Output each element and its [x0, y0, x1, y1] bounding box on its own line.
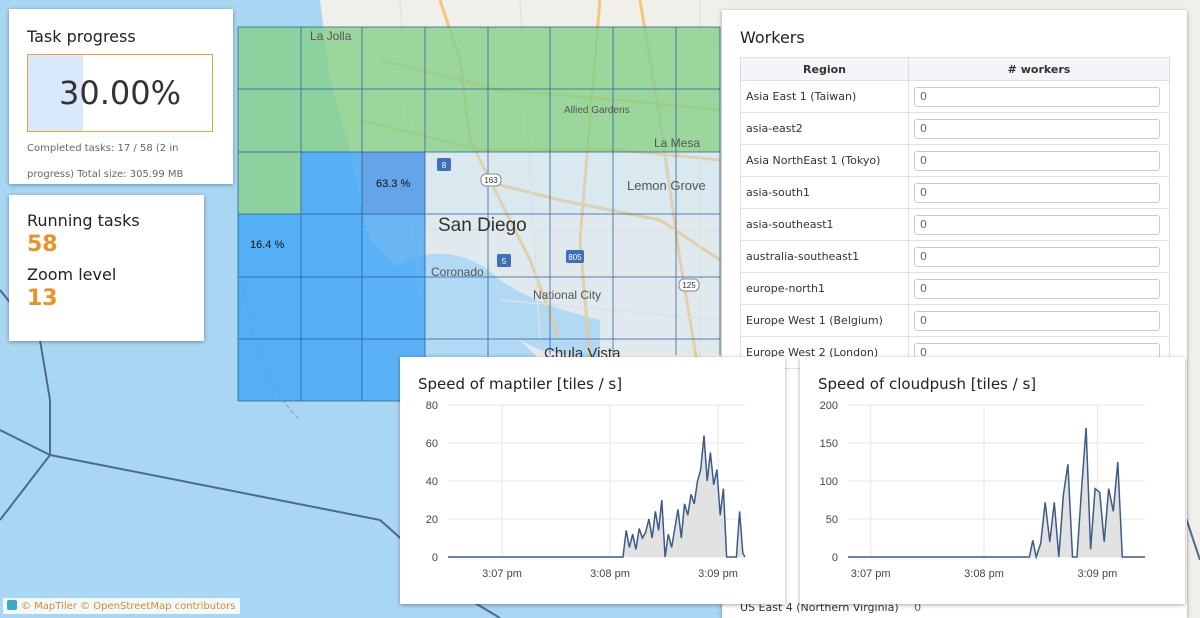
- worker-row: europe-north1: [740, 272, 1170, 305]
- road-shield: 805: [568, 253, 582, 262]
- task-progress-panel: Task progress 30.00% Completed tasks: 17…: [9, 9, 233, 184]
- region-name: Asia NorthEast 1 (Tokyo): [740, 144, 909, 177]
- task-progress-title: Task progress: [27, 27, 136, 46]
- running-tasks-value: 58: [27, 232, 58, 257]
- maptiler-logo-icon: [7, 600, 17, 610]
- map-label-la-jolla: La Jolla: [310, 29, 352, 43]
- worker-row: australia-southeast1: [740, 240, 1170, 273]
- y-tick-label: 0: [832, 552, 838, 564]
- map-label-coronado: Coronado: [431, 265, 484, 279]
- worker-count-input[interactable]: [914, 278, 1160, 299]
- worker-count-input[interactable]: [914, 246, 1160, 267]
- tile-progress-label: 16.4 %: [250, 239, 284, 251]
- worker-count-cell: [908, 144, 1170, 177]
- region-name: Asia East 1 (Taiwan): [740, 80, 909, 113]
- y-tick-label: 0: [432, 552, 438, 564]
- region-name: asia-east2: [740, 112, 909, 145]
- worker-count-cell: [908, 80, 1170, 113]
- x-tick-label: 3:07 pm: [482, 568, 522, 580]
- worker-count-cell: [908, 272, 1170, 305]
- x-tick-label: 3:08 pm: [590, 568, 630, 580]
- worker-count-input[interactable]: [914, 310, 1160, 331]
- progress-info: Completed tasks: 17 / 58 (2 in progress)…: [27, 143, 184, 180]
- road-shield: 8: [442, 161, 447, 170]
- worker-row: asia-southeast1: [740, 208, 1170, 241]
- x-tick-label: 3:09 pm: [698, 568, 738, 580]
- tile-grid: [237, 26, 721, 402]
- y-tick-label: 20: [426, 514, 438, 526]
- cloudpush-speed-chart: Speed of cloudpush [tiles / s] 0 50 100 150…: [800, 357, 1185, 604]
- y-tick-label: 200: [820, 400, 838, 412]
- maptiler-speed-chart: Speed of maptiler [tiles / s] 0 20 40 60 80 3…: [400, 357, 785, 604]
- series-area: [448, 435, 745, 557]
- zoom-level-label: Zoom level: [27, 265, 117, 284]
- road-shield: 125: [682, 281, 696, 290]
- y-tick-label: 150: [820, 438, 838, 450]
- cloudpush-chart-plot: 0 50 100 150 200 3:07 pm 3:08 pm 3:09 pm: [820, 400, 1145, 580]
- column-header-region: Region: [740, 57, 909, 81]
- y-tick-label: 40: [426, 476, 438, 488]
- worker-row: asia-south1: [740, 176, 1170, 209]
- map-label-san-diego: San Diego: [438, 215, 527, 236]
- worker-row: Europe West 1 (Belgium): [740, 304, 1170, 337]
- worker-count-cell: [908, 304, 1170, 337]
- workers-table: Region # workers Asia East 1 (Taiwan)asi…: [740, 57, 1170, 369]
- region-name: Europe West 1 (Belgium): [740, 304, 909, 337]
- map-attribution[interactable]: © MapTiler © OpenStreetMap contributors: [3, 598, 241, 614]
- maptiler-chart-plot: 0 20 40 60 80 3:07 pm 3:08 pm 3:09 pm: [426, 400, 746, 580]
- running-panel: Running tasks 58 Zoom level 13: [9, 195, 204, 341]
- x-tick-label: 3:07 pm: [851, 568, 891, 580]
- region-name: australia-southeast1: [740, 240, 909, 273]
- worker-count-input[interactable]: [914, 182, 1160, 203]
- progress-bar: 30.00%: [27, 54, 213, 132]
- running-tasks-label: Running tasks: [27, 211, 140, 230]
- y-tick-label: 50: [826, 514, 838, 526]
- region-name: asia-southeast1: [740, 208, 909, 241]
- progress-percent: 30.00%: [58, 74, 181, 112]
- map-label-national-city: National City: [533, 288, 601, 302]
- column-header-workers: # workers: [908, 57, 1170, 81]
- tile-progress-label: 63.3 %: [376, 178, 410, 190]
- worker-count-input[interactable]: [914, 214, 1160, 235]
- map-label-la-mesa: La Mesa: [654, 136, 700, 150]
- worker-count-cell: [908, 112, 1170, 145]
- worker-count-input[interactable]: [914, 150, 1160, 171]
- region-name: asia-south1: [740, 176, 909, 209]
- x-tick-label: 3:08 pm: [964, 568, 1004, 580]
- attribution-text[interactable]: © MapTiler © OpenStreetMap contributors: [21, 601, 235, 612]
- worker-count-cell: [908, 208, 1170, 241]
- y-tick-label: 80: [426, 400, 438, 412]
- zoom-level-value: 13: [27, 286, 58, 311]
- map-label-lemon-grove: Lemon Grove: [627, 178, 706, 193]
- region-name: europe-north1: [740, 272, 909, 305]
- worker-count-cell: [908, 240, 1170, 273]
- worker-count-input[interactable]: [914, 86, 1160, 107]
- workers-title: Workers: [740, 28, 805, 47]
- x-tick-label: 3:09 pm: [1078, 568, 1118, 580]
- road-shield: 5: [502, 257, 507, 266]
- worker-count-input[interactable]: [914, 118, 1160, 139]
- road-shield: 163: [484, 176, 498, 185]
- map-label-allied-gardens: Allied Gardens: [564, 105, 630, 116]
- y-tick-label: 100: [820, 476, 838, 488]
- worker-row: asia-east2: [740, 112, 1170, 145]
- worker-count-cell: [908, 176, 1170, 209]
- worker-row: Asia NorthEast 1 (Tokyo): [740, 144, 1170, 177]
- y-tick-label: 60: [426, 438, 438, 450]
- worker-row: Asia East 1 (Taiwan): [740, 80, 1170, 113]
